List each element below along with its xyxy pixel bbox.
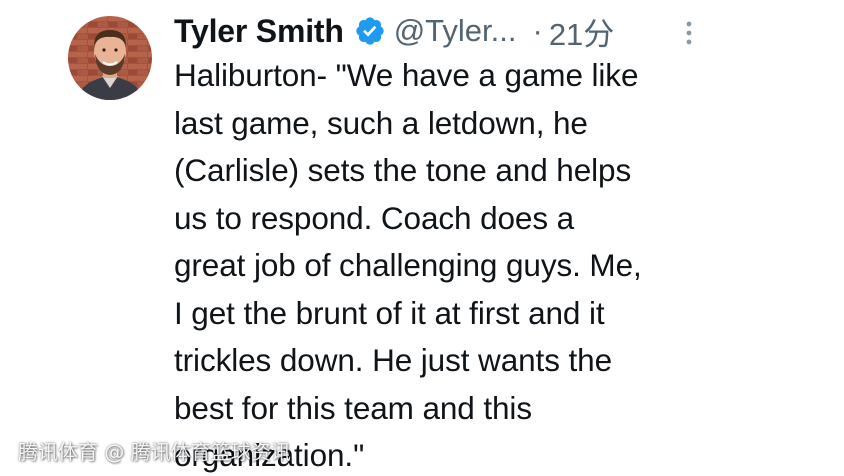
verified-badge-icon [354, 15, 386, 47]
avatar[interactable] [68, 16, 152, 100]
author-handle[interactable]: @Tyler... [394, 13, 517, 49]
separator-dot: · [532, 13, 543, 48]
tweet-timestamp[interactable]: 21分 [549, 9, 614, 54]
author-display-name[interactable]: Tyler Smith [174, 13, 344, 50]
more-options-icon[interactable] [680, 18, 698, 48]
avatar-image [68, 16, 152, 100]
tweet-header: Tyler Smith @Tyler... · 21分 [174, 8, 614, 54]
tweet-body-text: Haliburton- "We have a game like last ga… [174, 57, 642, 473]
watermark-text: 腾讯体育 @ 腾讯体育篮球资讯 [18, 440, 291, 464]
tweet-card[interactable]: Tyler Smith @Tyler... · 21分 Haliburton- … [0, 0, 844, 476]
